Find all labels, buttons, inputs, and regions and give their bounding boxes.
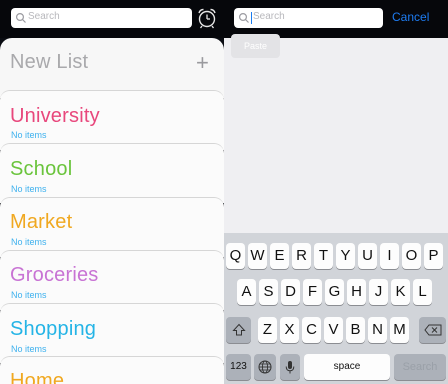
microphone-key[interactable]	[280, 354, 300, 380]
key-w[interactable]: W	[248, 243, 267, 269]
shift-icon	[231, 323, 246, 336]
list-status: No items	[11, 130, 47, 140]
search-icon	[15, 12, 26, 23]
list-status: No items	[11, 344, 47, 354]
list-name: Home	[10, 370, 65, 384]
search-input[interactable]: Search	[234, 8, 383, 28]
cancel-button[interactable]: Cancel	[392, 10, 429, 24]
key-b[interactable]: B	[346, 317, 365, 343]
key-u[interactable]: U	[358, 243, 377, 269]
list-name: Market	[10, 211, 73, 233]
search-key[interactable]: Search	[394, 354, 446, 380]
list-name: Shopping	[10, 318, 97, 340]
key-j[interactable]: J	[369, 279, 388, 305]
search-top-bar: Search Cancel	[224, 0, 448, 38]
key-r[interactable]: R	[292, 243, 311, 269]
key-f[interactable]: F	[303, 279, 322, 305]
lists-screen: Search New List + University No items Sc…	[0, 0, 224, 384]
shift-key[interactable]	[226, 317, 251, 343]
key-v[interactable]: V	[324, 317, 343, 343]
key-x[interactable]: X	[280, 317, 299, 343]
list-status: No items	[11, 237, 47, 247]
top-bar: Search	[0, 0, 224, 38]
list-status: No items	[11, 290, 47, 300]
globe-key[interactable]	[254, 354, 276, 380]
key-c[interactable]: C	[302, 317, 321, 343]
list-card-shopping[interactable]: Shopping No items	[0, 303, 224, 363]
delete-key[interactable]	[419, 317, 446, 343]
key-g[interactable]: G	[325, 279, 344, 305]
list-card-groceries[interactable]: Groceries No items	[0, 250, 224, 310]
key-h[interactable]: H	[347, 279, 366, 305]
new-list-card[interactable]: New List +	[0, 38, 224, 98]
key-l[interactable]: L	[413, 279, 432, 305]
key-p[interactable]: P	[424, 243, 443, 269]
list-name: Groceries	[10, 264, 99, 286]
space-key[interactable]: space	[304, 354, 390, 380]
key-y[interactable]: Y	[336, 243, 355, 269]
keyboard: Q W E R T Y U I O P A S D F G H J K L Z …	[224, 233, 448, 384]
key-z[interactable]: Z	[258, 317, 277, 343]
add-list-button[interactable]: +	[196, 50, 209, 76]
paste-button[interactable]: Paste	[231, 34, 280, 58]
backspace-icon	[423, 324, 441, 336]
search-placeholder: Search	[253, 11, 285, 22]
key-i[interactable]: I	[380, 243, 399, 269]
key-n[interactable]: N	[368, 317, 387, 343]
numbers-key[interactable]: 123	[226, 354, 251, 380]
list-name: University	[10, 105, 100, 127]
search-placeholder: Search	[28, 11, 60, 22]
new-list-label: New List	[10, 51, 89, 73]
list-card-school[interactable]: School No items	[0, 143, 224, 203]
key-s[interactable]: S	[259, 279, 278, 305]
text-cursor	[251, 12, 252, 24]
list-card-home[interactable]: Home	[0, 356, 224, 384]
search-icon	[238, 12, 249, 23]
key-o[interactable]: O	[402, 243, 421, 269]
list-name: School	[10, 158, 73, 180]
list-card-market[interactable]: Market No items	[0, 197, 224, 257]
key-a[interactable]: A	[237, 279, 256, 305]
key-k[interactable]: K	[391, 279, 410, 305]
key-e[interactable]: E	[270, 243, 289, 269]
key-m[interactable]: M	[390, 317, 409, 343]
globe-icon	[258, 360, 272, 374]
key-t[interactable]: T	[314, 243, 333, 269]
microphone-icon	[285, 361, 295, 374]
key-d[interactable]: D	[281, 279, 300, 305]
search-field[interactable]: Search	[11, 8, 192, 28]
search-screen: Search Cancel Paste Q W E R T Y U I O P …	[224, 0, 448, 384]
list-status: No items	[11, 184, 47, 194]
list-card-university[interactable]: University No items	[0, 90, 224, 150]
key-q[interactable]: Q	[226, 243, 245, 269]
alarm-clock-icon[interactable]	[196, 7, 218, 29]
